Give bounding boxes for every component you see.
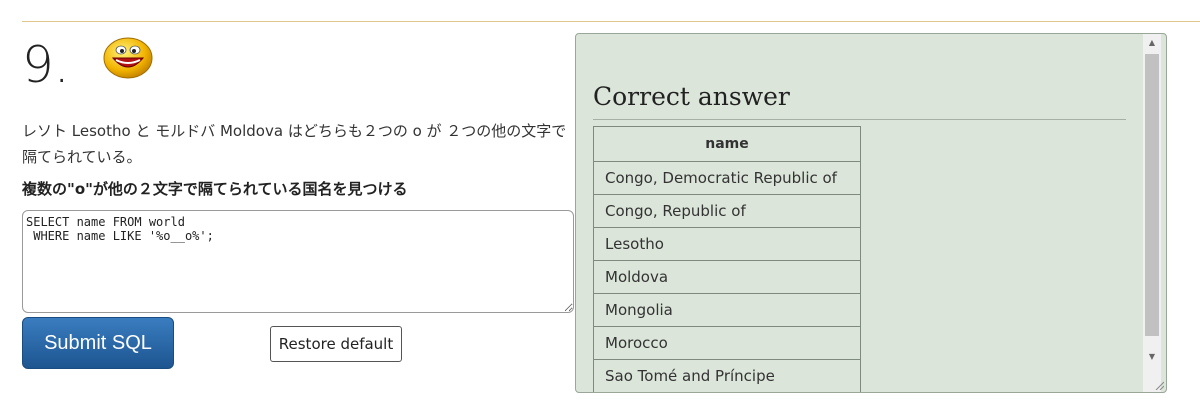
column-header-name: name <box>593 126 861 162</box>
submit-sql-button[interactable]: Submit SQL <box>22 317 174 369</box>
table-row: Congo, Democratic Republic of <box>593 161 861 195</box>
top-divider <box>22 21 1200 22</box>
desc-text-2: と モルドバ <box>130 122 220 140</box>
task-instruction: 複数の"o"が他の２文字で隔てられている国名を見つける <box>22 180 408 198</box>
table-row: Congo, Republic of <box>593 194 861 228</box>
results-table: name Congo, Democratic Republic of Congo… <box>593 126 861 392</box>
table-cell: Lesotho <box>593 227 861 261</box>
desc-text-1: レソト <box>22 122 72 140</box>
table-cell: Sao Tomé and Príncipe <box>593 359 861 392</box>
table-cell: Congo, Democratic Republic of <box>593 161 861 195</box>
sql-editor[interactable] <box>22 210 574 313</box>
table-cell: Congo, Republic of <box>593 194 861 228</box>
answer-divider <box>593 119 1126 120</box>
table-row: Mongolia <box>593 293 861 327</box>
question-description: レソト Lesotho と モルドバ Moldova はどちらも２つの o が … <box>22 118 572 170</box>
table-cell: Moldova <box>593 260 861 294</box>
restore-default-button[interactable]: Restore default <box>270 326 402 362</box>
resize-grip-icon[interactable] <box>1154 380 1164 390</box>
vertical-scrollbar[interactable]: ▲ ▼ <box>1143 34 1161 392</box>
question-number: 9. <box>22 36 70 94</box>
table-row: Lesotho <box>593 227 861 261</box>
answer-panel[interactable]: Correct answer name Congo, Democratic Re… <box>575 33 1167 393</box>
table-row: Sao Tomé and Príncipe <box>593 359 861 392</box>
desc-moldova: Moldova <box>219 122 284 140</box>
scroll-up-arrow-icon[interactable]: ▲ <box>1143 38 1161 52</box>
table-cell: Morocco <box>593 326 861 360</box>
smiley-face-icon <box>103 37 153 79</box>
scroll-thumb[interactable] <box>1145 54 1159 336</box>
answer-title: Correct answer <box>593 82 790 111</box>
desc-lesotho: Lesotho <box>71 122 131 140</box>
table-cell: Mongolia <box>593 293 861 327</box>
table-row: Morocco <box>593 326 861 360</box>
scroll-down-arrow-icon[interactable]: ▼ <box>1143 352 1161 366</box>
table-row: Moldova <box>593 260 861 294</box>
